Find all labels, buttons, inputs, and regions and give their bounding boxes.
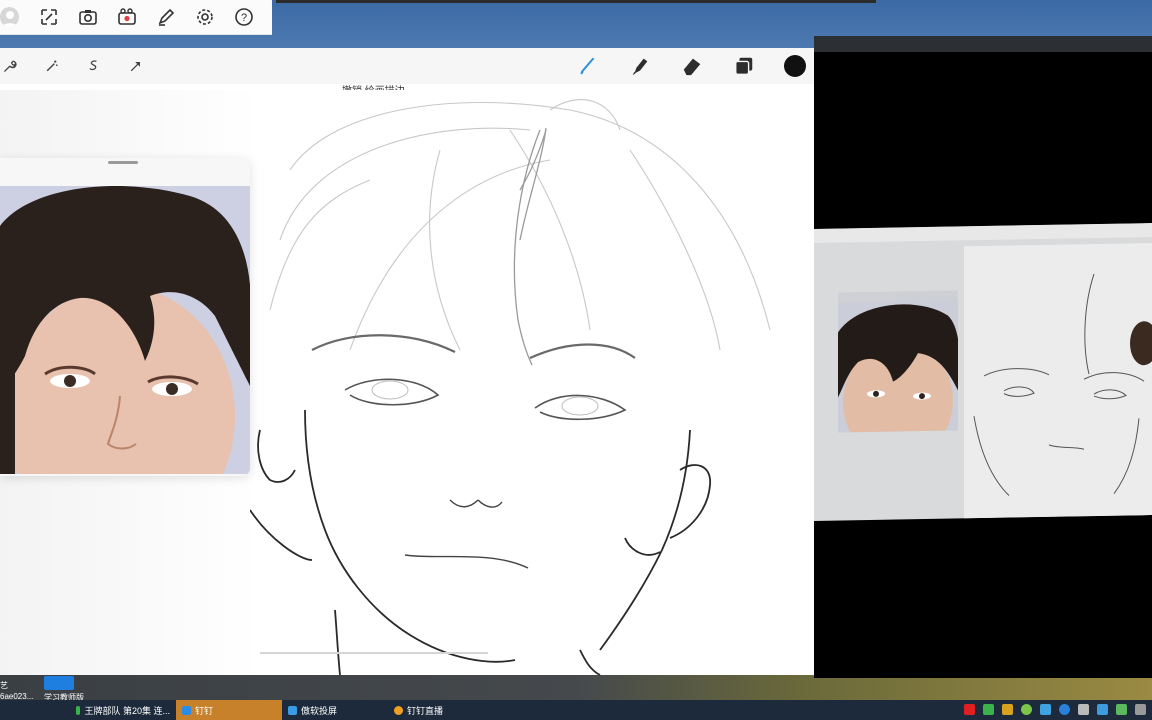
video-app-icon [76, 705, 81, 715]
taskbar: 王牌部队 第20集 连... 钉钉 傲软投屏 钉钉直播 [0, 700, 1152, 720]
reference-drag-handle[interactable] [108, 161, 138, 164]
live-app-icon [394, 705, 403, 715]
wrench-icon[interactable] [0, 56, 20, 76]
pen-icon[interactable] [155, 6, 176, 28]
reference-panel[interactable] [0, 158, 250, 476]
desktop-icon-label[interactable]: 艺 [0, 680, 8, 691]
tray-app-icon[interactable] [964, 704, 975, 715]
taskbar-item-label: 傲软投屏 [301, 705, 338, 716]
drawing-canvas[interactable] [0, 90, 814, 675]
layers-icon[interactable] [732, 54, 756, 78]
tray-app-icon[interactable] [1116, 704, 1127, 715]
taskbar-item-apowermirror[interactable]: 傲软投屏 [282, 700, 388, 720]
mirrored-ipad-view [814, 223, 1152, 521]
tray-app-icon[interactable] [1002, 704, 1013, 715]
taskbar-item-video[interactable]: 王牌部队 第20集 连... [70, 700, 176, 720]
taskbar-spacer [0, 700, 70, 720]
mirrored-toolbar [814, 223, 1152, 243]
camera-icon[interactable] [78, 6, 99, 28]
mirror-app-icon [288, 705, 297, 715]
gear-icon[interactable] [194, 6, 215, 28]
magic-wand-icon[interactable] [42, 56, 62, 76]
mirrored-reference-panel [838, 290, 958, 433]
mirror-titlebar [814, 36, 1152, 52]
reference-photo [0, 186, 250, 474]
desktop-icon-text: 艺 [0, 681, 8, 690]
svg-text:?: ? [241, 12, 247, 24]
screen-capture-toolbar: ? [0, 0, 272, 35]
dingtalk-icon [182, 705, 191, 715]
app-shortcut-icon[interactable] [44, 676, 74, 690]
mirrored-reference-photo [838, 300, 958, 433]
eraser-icon[interactable] [680, 54, 704, 78]
smudge-icon[interactable] [628, 54, 652, 78]
help-icon[interactable]: ? [233, 6, 254, 28]
system-tray [964, 704, 1146, 715]
taskbar-item-label: 钉钉 [195, 705, 214, 716]
color-swatch-icon[interactable] [784, 55, 806, 77]
procreate-toolbar [0, 48, 814, 84]
taskbar-item-label: 王牌部队 第20集 连... [84, 705, 170, 716]
taskbar-item-dingtalk-live[interactable]: 钉钉直播 [388, 700, 494, 720]
avatar-icon[interactable] [0, 7, 19, 27]
tray-app-icon[interactable] [983, 704, 994, 715]
procreate-window: 撤销 绘画描边 [0, 48, 814, 675]
tray-app-icon[interactable] [1021, 704, 1032, 715]
mirrored-drawing [964, 243, 1152, 519]
tray-app-icon[interactable] [1059, 704, 1070, 715]
tray-app-icon[interactable] [1040, 704, 1051, 715]
fullscreen-icon[interactable] [39, 6, 60, 28]
transform-icon[interactable] [126, 56, 146, 76]
brush-icon[interactable] [576, 54, 600, 78]
line-drawing [250, 99, 771, 675]
tray-app-icon[interactable] [1135, 704, 1146, 715]
taskbar-item-label: 钉钉直播 [407, 705, 444, 716]
taskbar-item-dingtalk[interactable]: 钉钉 [176, 700, 282, 720]
record-icon[interactable] [117, 6, 138, 28]
canvas-scroll-indicator [260, 652, 488, 654]
tray-app-icon[interactable] [1078, 704, 1089, 715]
selection-icon[interactable] [84, 56, 104, 76]
stream-window-titlebar [276, 0, 876, 3]
screen-mirror-window [814, 36, 1152, 678]
tray-app-icon[interactable] [1097, 704, 1108, 715]
